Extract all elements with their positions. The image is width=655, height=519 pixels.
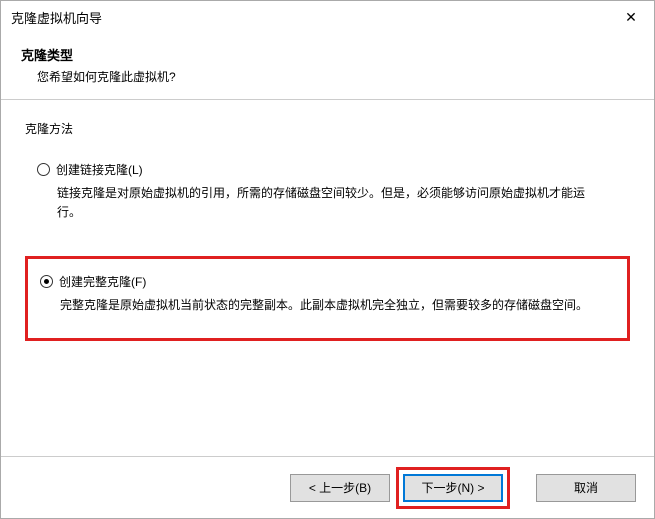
wizard-header: 克隆类型 您希望如何克隆此虚拟机?	[1, 33, 654, 100]
next-button[interactable]: 下一步(N) >	[403, 474, 503, 502]
wizard-footer: < 上一步(B) 下一步(N) > 取消	[1, 456, 654, 518]
radio-linked-clone[interactable]	[37, 163, 50, 176]
titlebar: 克隆虚拟机向导 ✕	[1, 1, 654, 33]
radio-full-clone[interactable]	[40, 275, 53, 288]
header-subtitle: 您希望如何克隆此虚拟机?	[21, 68, 634, 85]
wizard-body: 克隆方法 创建链接克隆(L) 链接克隆是对原始虚拟机的引用，所需的存储磁盘空间较…	[1, 100, 654, 456]
close-icon: ✕	[625, 9, 637, 26]
option-desc-linked: 链接克隆是对原始虚拟机的引用，所需的存储磁盘空间较少。但是，必须能够访问原始虚拟…	[37, 184, 618, 222]
radio-row-linked[interactable]: 创建链接克隆(L)	[37, 161, 618, 178]
next-button-wrap: 下一步(N) >	[396, 467, 510, 509]
close-button[interactable]: ✕	[608, 2, 654, 32]
option-label-full: 创建完整克隆(F)	[59, 273, 146, 290]
header-title: 克隆类型	[21, 45, 634, 64]
radio-row-full[interactable]: 创建完整克隆(F)	[40, 273, 615, 290]
option-desc-full: 完整克隆是原始虚拟机当前状态的完整副本。此副本虚拟机完全独立，但需要较多的存储磁…	[40, 296, 615, 315]
cancel-button-wrap: 取消	[536, 474, 636, 502]
back-button[interactable]: < 上一步(B)	[290, 474, 390, 502]
option-label-linked: 创建链接克隆(L)	[56, 161, 143, 178]
clone-vm-wizard-dialog: 克隆虚拟机向导 ✕ 克隆类型 您希望如何克隆此虚拟机? 克隆方法 创建链接克隆(…	[0, 0, 655, 519]
back-button-wrap: < 上一步(B)	[290, 474, 390, 502]
option-full-clone[interactable]: 创建完整克隆(F) 完整克隆是原始虚拟机当前状态的完整副本。此副本虚拟机完全独立…	[25, 256, 630, 340]
cancel-button[interactable]: 取消	[536, 474, 636, 502]
window-title: 克隆虚拟机向导	[11, 8, 608, 27]
option-linked-clone[interactable]: 创建链接克隆(L) 链接克隆是对原始虚拟机的引用，所需的存储磁盘空间较少。但是，…	[25, 155, 630, 234]
section-label: 克隆方法	[25, 120, 630, 137]
